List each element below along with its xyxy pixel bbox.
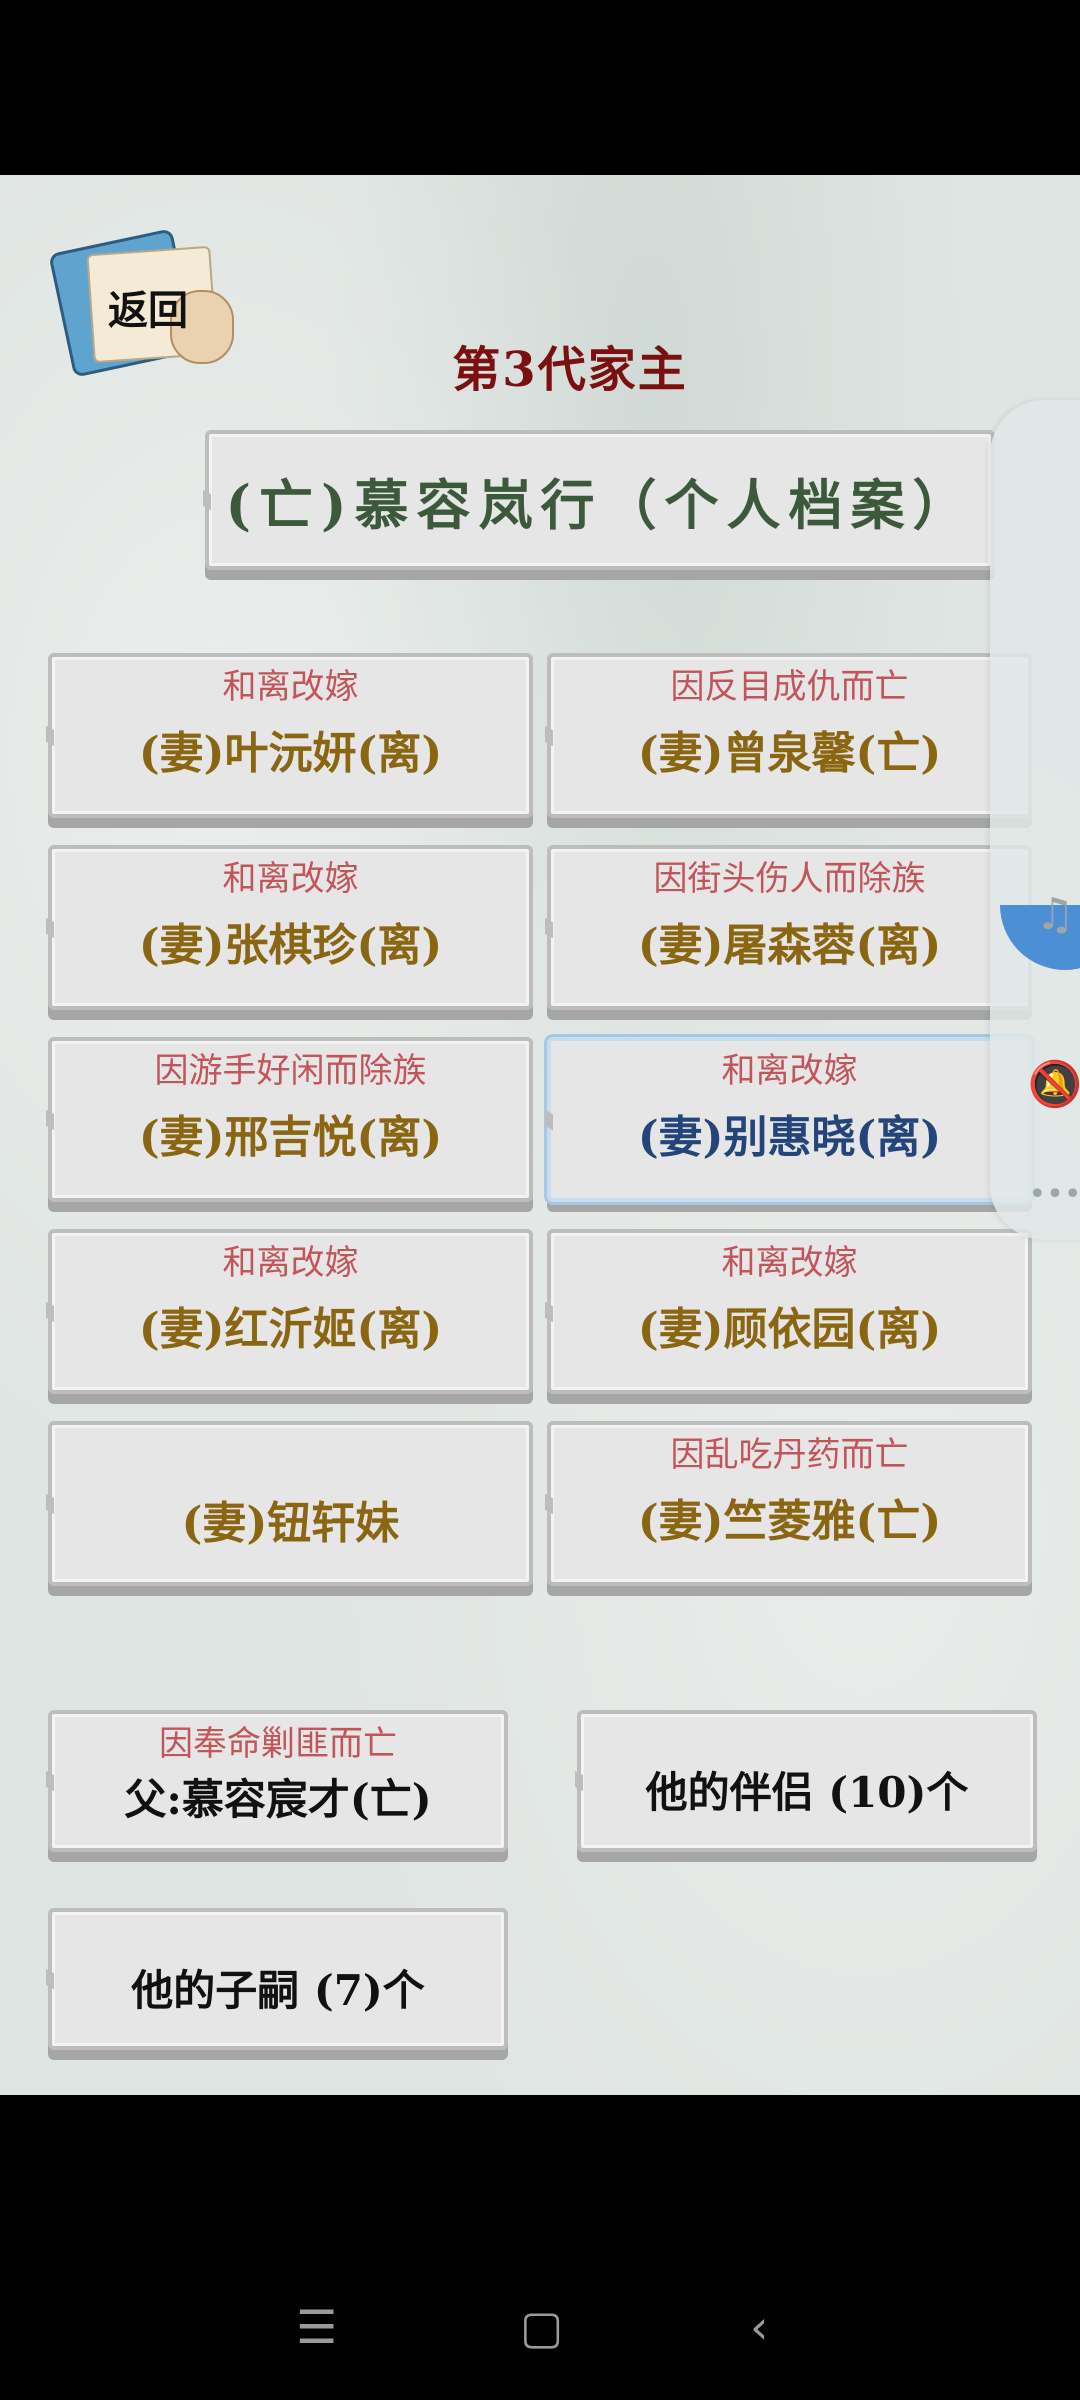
spouse-card[interactable]: 因乱吃丹药而亡 (妻)竺菱雅(亡) [547, 1421, 1032, 1586]
home-icon[interactable]: ▢ [520, 2300, 563, 2354]
spouse-note: 和离改嫁 [721, 1243, 858, 1283]
spouse-name: (妻)顾依园(离) [637, 1304, 942, 1355]
spouse-note: 因街头伤人而除族 [653, 859, 926, 899]
back-button-label: 返回 [108, 288, 188, 334]
father-note: 因奉命剿匪而亡 [159, 1724, 397, 1764]
spouse-note: 和离改嫁 [222, 1243, 359, 1283]
spouse-card[interactable]: 和离改嫁 (妻)红沂姬(离) [48, 1229, 533, 1394]
profile-button-label: (亡)慕容岚行（个人档案） [225, 472, 975, 537]
spouse-note: 和离改嫁 [721, 1051, 858, 1091]
children-label: 他的子嗣 (7)个 [131, 1966, 425, 2015]
bell-mute-icon[interactable]: 🔕 [1025, 1055, 1080, 1115]
spouse-name: (妻)别惠晓(离) [637, 1112, 942, 1163]
more-dots-icon[interactable]: ••• [1025, 1165, 1080, 1225]
spouse-name: (妻)叶沅妍(离) [138, 728, 443, 779]
app-screen: 返回 第3代家主 (亡)慕容岚行（个人档案） 和离改嫁 (妻)叶沅妍(离) 因反… [0, 175, 1080, 2095]
generation-title: 第3代家主 [452, 342, 688, 398]
menu-icon[interactable]: ☰ [296, 2300, 337, 2354]
profile-button[interactable]: (亡)慕容岚行（个人档案） [205, 430, 995, 570]
spouse-name: (妻)屠森蓉(离) [637, 920, 942, 971]
partners-button[interactable]: 他的伴侣 (10)个 [577, 1710, 1037, 1852]
spouse-card-selected[interactable]: 和离改嫁 (妻)别惠晓(离) [547, 1037, 1032, 1202]
spouse-card[interactable]: 因反目成仇而亡 (妻)曾泉馨(亡) [547, 653, 1032, 818]
spouse-name: (妻)邢吉悦(离) [138, 1112, 443, 1163]
spouse-card[interactable]: 因街头伤人而除族 (妻)屠森蓉(离) [547, 845, 1032, 1010]
spouse-card[interactable]: 因游手好闲而除族 (妻)邢吉悦(离) [48, 1037, 533, 1202]
spouse-name: (妻)钮轩妹 [181, 1498, 400, 1549]
spouse-name: (妻)红沂姬(离) [138, 1304, 443, 1355]
spouse-note: 因乱吃丹药而亡 [670, 1435, 909, 1475]
father-label: 父:慕容宸才(亡) [124, 1775, 432, 1824]
father-button[interactable]: 因奉命剿匪而亡 父:慕容宸才(亡) [48, 1710, 508, 1852]
music-note-icon[interactable]: ♫ [1025, 885, 1080, 945]
spouse-card[interactable]: 和离改嫁 (妻)张棋珍(离) [48, 845, 533, 1010]
spouse-note: 因反目成仇而亡 [670, 667, 909, 707]
spouse-card[interactable]: (妻)钮轩妹 [48, 1421, 533, 1586]
spouse-name: (妻)曾泉馨(亡) [637, 728, 942, 779]
system-nav-bar [0, 2095, 1080, 2400]
status-bar [0, 0, 1080, 175]
spouse-note: 和离改嫁 [222, 667, 359, 707]
spouse-name: (妻)张棋珍(离) [138, 920, 443, 971]
partners-label: 他的伴侣 (10)个 [645, 1768, 969, 1817]
spouse-note: 因游手好闲而除族 [154, 1051, 427, 1091]
spouse-card[interactable]: 和离改嫁 (妻)叶沅妍(离) [48, 653, 533, 818]
back-icon[interactable]: ‹ [750, 2300, 768, 2354]
spouse-card[interactable]: 和离改嫁 (妻)顾依园(离) [547, 1229, 1032, 1394]
spouse-note: 和离改嫁 [222, 859, 359, 899]
spouse-name: (妻)竺菱雅(亡) [637, 1496, 942, 1547]
children-button[interactable]: 他的子嗣 (7)个 [48, 1908, 508, 2050]
